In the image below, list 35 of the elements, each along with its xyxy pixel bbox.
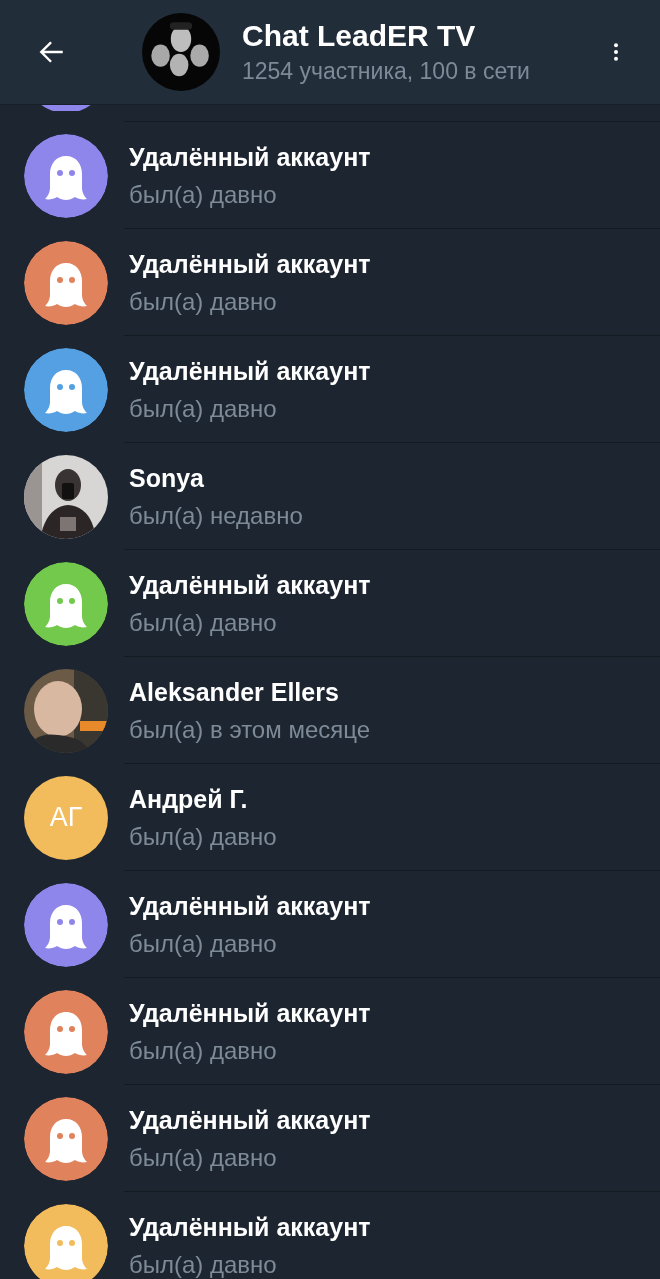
member-row[interactable]: Удалённый аккаунт был(а) давно (0, 550, 660, 657)
member-name: Удалённый аккаунт (129, 997, 371, 1029)
member-row[interactable]: Удалённый аккаунт был(а) давно (0, 871, 660, 978)
last-seen: был(а) давно (129, 1035, 278, 1066)
member-row[interactable]: Aleksander Ellers был(а) в этом месяце (0, 657, 660, 764)
member-name: Удалённый аккаунт (129, 141, 371, 173)
member-name: Удалённый аккаунт (129, 355, 371, 387)
member-row[interactable]: Удалённый аккаунт был(а) давно (0, 122, 660, 229)
member-row[interactable]: Sonya был(а) недавно (0, 443, 660, 550)
member-name: Удалённый аккаунт (129, 1104, 371, 1136)
member-row[interactable]: Удалённый аккаунт был(а) давно (0, 1085, 660, 1192)
chat-title: Chat LeadER TV (242, 18, 477, 54)
last-seen: был(а) недавно (129, 500, 303, 531)
last-seen: был(а) в этом месяце (129, 714, 371, 745)
last-seen: был(а) давно (129, 1249, 278, 1279)
member-row[interactable]: Удалённый аккаунт был(а) давно (0, 978, 660, 1085)
member-row[interactable]: Удалённый аккаунт был(а) давно (0, 229, 660, 336)
member-row[interactable]: Удалённый аккаунт был(а) давно (0, 336, 660, 443)
member-row[interactable]: АГ Андрей Г. был(а) давно (0, 764, 660, 871)
initials-avatar: АГ (24, 775, 108, 860)
member-name: Андрей Г. (129, 783, 249, 815)
last-seen: был(а) давно (129, 607, 278, 638)
member-name: Удалённый аккаунт (129, 1211, 371, 1243)
member-name: Sonya (129, 462, 206, 494)
last-seen: был(а) давно (129, 821, 277, 852)
last-seen: был(а) давно (129, 1142, 278, 1173)
member-name: Удалённый аккаунт (129, 248, 371, 280)
last-seen: был(а) давно (129, 393, 278, 424)
last-seen: был(а) давно (129, 928, 278, 959)
last-seen: был(а) давно (129, 179, 278, 210)
member-name: Aleksander Ellers (129, 676, 340, 708)
member-name: Удалённый аккаунт (129, 890, 371, 922)
last-seen: был(а) давно (129, 286, 278, 317)
member-name: Удалённый аккаунт (129, 569, 371, 601)
member-count: 1254 участника, 100 в сети (242, 57, 531, 86)
